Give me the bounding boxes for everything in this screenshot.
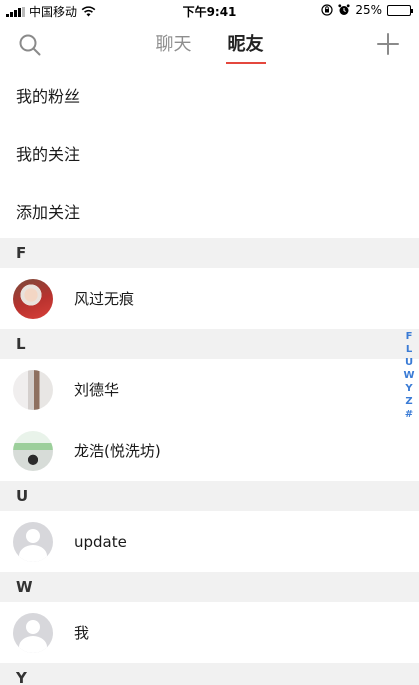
- contact-item[interactable]: update: [0, 511, 419, 572]
- section-header-l: L: [0, 329, 419, 359]
- alarm-icon: [338, 4, 350, 15]
- status-bar: 中国移动 下午9:41 25%: [0, 0, 419, 22]
- contact-list: F 风过无痕 L 刘德华 龙浩(悦洗坊) U update W 我 Y: [0, 238, 419, 685]
- orientation-lock-icon: [321, 4, 333, 16]
- index-letter-hash[interactable]: #: [405, 408, 413, 421]
- menu-list: 我的粉丝 我的关注 添加关注: [0, 68, 419, 242]
- section-header-y: Y: [0, 663, 419, 685]
- contact-item[interactable]: 龙浩(悦洗坊): [0, 420, 419, 481]
- plus-icon[interactable]: [375, 31, 401, 57]
- index-letter-w[interactable]: W: [403, 369, 414, 382]
- contact-name: 风过无痕: [74, 290, 135, 308]
- section-header-w: W: [0, 572, 419, 602]
- alphabet-index-bar[interactable]: F L U W Y Z #: [402, 330, 416, 421]
- battery-percent: 25%: [355, 3, 382, 17]
- index-letter-z[interactable]: Z: [405, 395, 412, 408]
- battery-icon: [387, 4, 413, 16]
- index-letter-f[interactable]: F: [406, 330, 413, 343]
- section-header-u: U: [0, 481, 419, 511]
- nav-tabs: 聊天 昵友: [0, 30, 419, 64]
- contact-item[interactable]: 风过无痕: [0, 268, 419, 329]
- menu-item-my-follows[interactable]: 我的关注: [0, 126, 419, 184]
- section-header-f: F: [0, 238, 419, 268]
- index-letter-y[interactable]: Y: [405, 382, 412, 395]
- index-letter-u[interactable]: U: [405, 356, 413, 369]
- contact-item[interactable]: 我: [0, 602, 419, 663]
- tab-chat[interactable]: 聊天: [156, 30, 192, 62]
- contact-name: update: [74, 532, 127, 551]
- avatar: [13, 369, 53, 410]
- contact-name: 我: [74, 624, 90, 642]
- avatar: [13, 430, 53, 471]
- contact-name: 刘德华: [74, 381, 120, 399]
- menu-item-my-fans[interactable]: 我的粉丝: [0, 68, 419, 126]
- default-avatar-icon: [13, 612, 53, 653]
- default-avatar-icon: [13, 521, 53, 562]
- contact-name: 龙浩(悦洗坊): [74, 442, 161, 460]
- nav-bar: 聊天 昵友: [0, 22, 419, 68]
- index-letter-l[interactable]: L: [406, 343, 412, 356]
- menu-item-add-follow[interactable]: 添加关注: [0, 184, 419, 242]
- tab-friends[interactable]: 昵友: [225, 30, 266, 64]
- status-right: 25%: [321, 3, 413, 17]
- avatar: [13, 278, 53, 319]
- contact-item[interactable]: 刘德华: [0, 359, 419, 420]
